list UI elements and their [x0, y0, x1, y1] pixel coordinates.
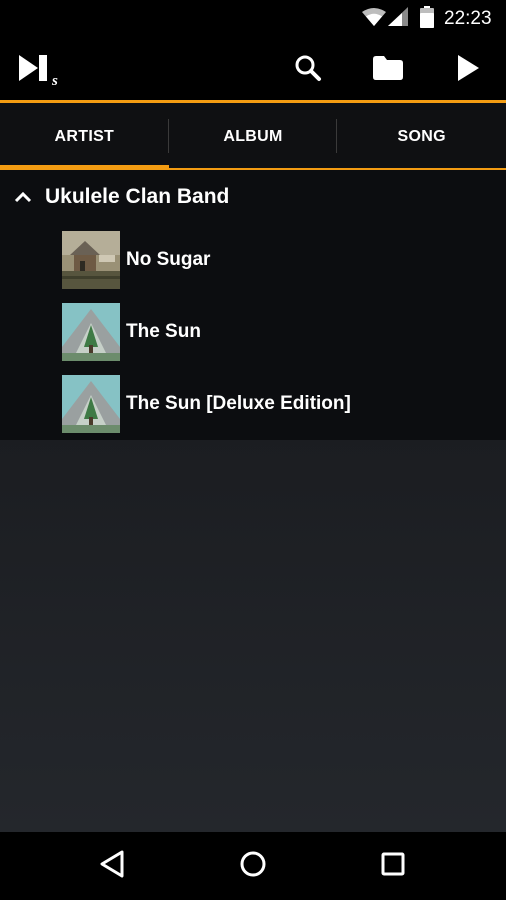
tab-label: ARTIST: [54, 127, 115, 145]
tab-label: SONG: [397, 127, 446, 145]
folder-icon: [373, 55, 403, 85]
album-art-no-sugar: [62, 231, 120, 289]
album-item[interactable]: The Sun [Deluxe Edition]: [0, 368, 506, 440]
home-button[interactable]: [233, 846, 273, 886]
album-title: The Sun [Deluxe Edition]: [126, 393, 351, 414]
home-icon: [239, 850, 267, 883]
artist-group: Ukulele Clan Band No Sugar The Sun The S…: [0, 170, 506, 440]
recent-apps-icon: [381, 852, 405, 881]
svg-text:s: s: [51, 73, 58, 86]
system-nav-bar: [0, 832, 506, 900]
album-item[interactable]: No Sugar: [0, 224, 506, 296]
signal-icon: [388, 7, 410, 32]
tab-artist[interactable]: ARTIST: [0, 103, 169, 170]
album-art-the-sun: [62, 303, 120, 361]
search-button[interactable]: [286, 48, 330, 92]
app-logo[interactable]: s: [18, 52, 64, 91]
back-button[interactable]: [92, 846, 132, 886]
album-art-the-sun-deluxe: [62, 375, 120, 433]
wifi-icon: [362, 7, 386, 32]
status-time: 22:23: [444, 8, 492, 29]
tab-bar: ARTIST ALBUM SONG: [0, 103, 506, 170]
status-bar: 22:23: [0, 0, 506, 38]
album-title: No Sugar: [126, 249, 211, 270]
tab-label: ALBUM: [223, 127, 283, 145]
back-icon: [99, 850, 125, 883]
album-title: The Sun: [126, 321, 201, 342]
library-list: Ukulele Clan Band No Sugar The Sun The S…: [0, 170, 506, 832]
chevron-up-icon[interactable]: [12, 186, 34, 208]
app-bar: s: [0, 38, 506, 100]
tab-album[interactable]: ALBUM: [168, 103, 338, 170]
battery-icon: [420, 6, 434, 33]
folder-button[interactable]: [366, 48, 410, 92]
album-item[interactable]: The Sun: [0, 296, 506, 368]
play-icon: [456, 54, 480, 87]
search-icon: [294, 54, 322, 87]
artist-name: Ukulele Clan Band: [45, 185, 230, 208]
play-button[interactable]: [446, 48, 490, 92]
artist-header[interactable]: Ukulele Clan Band: [0, 170, 506, 224]
recent-apps-button[interactable]: [373, 846, 413, 886]
tab-song[interactable]: SONG: [337, 103, 506, 170]
